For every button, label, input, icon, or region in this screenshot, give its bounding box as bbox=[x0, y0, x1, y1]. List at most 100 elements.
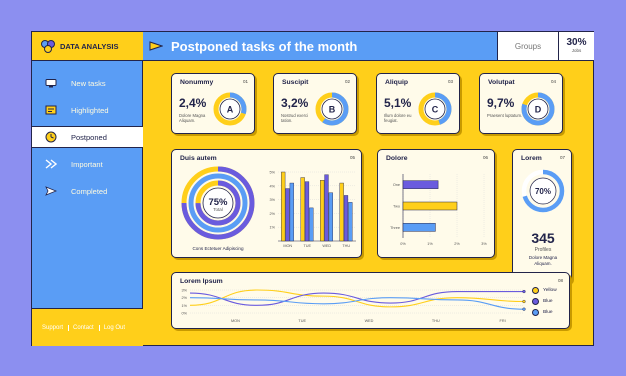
brand[interactable]: DATA ANALYSIS bbox=[32, 32, 143, 61]
logout-link[interactable]: Log Out bbox=[98, 324, 125, 331]
bar bbox=[285, 188, 290, 242]
x-tick-label: 3% bbox=[481, 242, 487, 246]
series-line bbox=[189, 297, 525, 310]
horizontal-bar-chart: 0% 1% 2% 3% One Two Three bbox=[390, 174, 487, 246]
x-tick-label: THU bbox=[432, 319, 440, 323]
card-title: Nonummy bbox=[180, 79, 214, 86]
sidebar-nav: New tasks Highlighted Postponed Importan… bbox=[32, 72, 143, 207]
sidebar-item-important[interactable]: Important bbox=[32, 153, 143, 175]
donut-label: Total bbox=[213, 207, 223, 212]
donut-letter: C bbox=[432, 105, 439, 115]
donut-letter: A bbox=[227, 105, 234, 115]
bar bbox=[289, 182, 294, 242]
legend-item: Blue bbox=[532, 309, 557, 316]
bar bbox=[348, 202, 353, 242]
sidebar-item-highlighted[interactable]: Highlighted bbox=[32, 99, 143, 121]
kpi-card-c[interactable]: Aliquip 03 5,1% Illum dolore eu feugiat.… bbox=[376, 73, 460, 134]
support-link[interactable]: Support bbox=[42, 325, 63, 331]
card-number: 03 bbox=[447, 79, 453, 84]
sidebar-item-new-tasks[interactable]: New tasks bbox=[32, 72, 143, 94]
kpi-card-a[interactable]: Nonummy 01 2,4% Dolore Magna Aliquam. A bbox=[171, 73, 255, 134]
x-tick-label: 2% bbox=[454, 242, 460, 246]
donut-letter: B bbox=[329, 105, 336, 115]
x-tick-label: THU bbox=[342, 244, 350, 248]
dashboard-frame: DATA ANALYSIS New tasks Highlighted Post… bbox=[31, 31, 594, 346]
bar bbox=[402, 223, 436, 232]
monitor-icon bbox=[44, 78, 58, 88]
jobs-label: Jobs bbox=[571, 48, 582, 53]
contact-link[interactable]: Contact bbox=[68, 324, 94, 331]
legend-label: Blue bbox=[543, 310, 553, 315]
y-tick-label: 2% bbox=[182, 296, 188, 300]
lorem-description: Dolore Magna Aliquam. bbox=[528, 255, 558, 266]
flag-icon bbox=[149, 41, 163, 51]
lorem-gauge: 70% bbox=[521, 169, 565, 213]
sidebar-item-label: New tasks bbox=[71, 78, 106, 88]
donut-caption: Cons Ectetuer Adipiscing bbox=[192, 246, 244, 251]
line-chart: 3% 2% 1% 0% MON TUE WED THU FRI bbox=[182, 289, 526, 323]
legend-label: Yellow bbox=[543, 288, 557, 293]
series-end-point bbox=[522, 307, 526, 311]
x-tick-label: TUE bbox=[303, 244, 311, 248]
bar bbox=[320, 180, 325, 242]
sidebar-item-completed[interactable]: Completed bbox=[32, 180, 143, 202]
send-icon bbox=[44, 186, 58, 196]
bar bbox=[281, 171, 286, 242]
jobs-badge: 30% Jobs bbox=[558, 32, 594, 61]
duis-donut: 75% Total Cons Ectetuer Adipiscing bbox=[181, 166, 255, 251]
card-title: Aliquip bbox=[385, 79, 409, 86]
y-tick-label: 1% bbox=[182, 304, 188, 308]
kpi-card-b[interactable]: Suscipit 02 3,2% Nostrud exerci tation. … bbox=[273, 73, 357, 134]
x-tick-label: WED bbox=[322, 244, 331, 248]
lorem-ipsum-card[interactable]: Lorem Ipsum 08 3% 2% 1% 0% MON TUE WED THU FRI Y… bbox=[171, 272, 570, 329]
clock-icon bbox=[44, 131, 58, 143]
card-title: Volutpat bbox=[488, 79, 515, 86]
sidebar-item-postponed[interactable]: Postponed bbox=[32, 126, 143, 148]
kpi-value: 9,7% bbox=[487, 96, 515, 110]
duis-autem-card[interactable]: Duis autem 05 75% Total Cons Ectetuer Ad… bbox=[171, 149, 362, 258]
card-title: Dolore bbox=[386, 155, 408, 162]
groups-button[interactable]: Groups bbox=[497, 32, 558, 61]
card-number: 05 bbox=[349, 155, 355, 160]
y-tick-label: 1% bbox=[270, 226, 276, 230]
x-tick-label: MON bbox=[231, 319, 240, 323]
x-tick-label: WED bbox=[365, 319, 374, 323]
sidebar-footer: Support Contact Log Out bbox=[32, 308, 143, 346]
bar bbox=[339, 182, 344, 242]
gauge-value: 70% bbox=[535, 187, 551, 196]
bar bbox=[304, 181, 310, 242]
card-number: 08 bbox=[557, 278, 563, 283]
y-tick-label: 3% bbox=[270, 198, 276, 202]
legend-swatch bbox=[532, 287, 539, 294]
kpi-donut: B bbox=[315, 92, 349, 126]
dolore-card[interactable]: Dolore 06 0% 1% 2% 3% One Two Three bbox=[377, 149, 495, 258]
profiles-count: 345 bbox=[531, 230, 555, 246]
line-chart-legend: Yellow Blue Blue bbox=[532, 287, 557, 320]
bar bbox=[402, 201, 458, 211]
series-end-point bbox=[522, 289, 526, 294]
bar bbox=[328, 192, 333, 242]
card-title: Lorem Ipsum bbox=[180, 278, 223, 285]
y-tick-label: Three bbox=[390, 226, 400, 230]
bar bbox=[309, 207, 314, 242]
chevrons-icon bbox=[44, 159, 58, 169]
y-tick-label: 2% bbox=[270, 212, 276, 216]
bar bbox=[300, 177, 305, 242]
card-number: 02 bbox=[344, 79, 350, 84]
kpi-value: 5,1% bbox=[384, 96, 412, 110]
y-tick-label: One bbox=[393, 183, 400, 187]
page-title: Postponed tasks of the month bbox=[171, 38, 358, 54]
card-title: Lorem bbox=[521, 155, 542, 162]
highlight-icon bbox=[44, 105, 58, 115]
kpi-donut: D bbox=[521, 92, 555, 126]
lorem-card[interactable]: Lorem 07 70% 345 Profiles Dolore Magna A… bbox=[512, 149, 572, 283]
weekly-bar-chart: 5% 4% 3% 2% 1% MON TUE WED THU bbox=[270, 171, 356, 248]
kpi-card-d[interactable]: Volutpat 04 9,7% Praesent luptatum. D bbox=[479, 73, 563, 134]
sidebar-item-label: Postponed bbox=[71, 132, 107, 142]
sidebar-item-label: Important bbox=[71, 159, 103, 169]
legend-swatch bbox=[532, 309, 539, 316]
x-tick-label: 1% bbox=[427, 242, 433, 246]
card-number: 06 bbox=[482, 155, 488, 160]
card-title: Duis autem bbox=[180, 155, 217, 162]
legend-label: Blue bbox=[543, 299, 553, 304]
